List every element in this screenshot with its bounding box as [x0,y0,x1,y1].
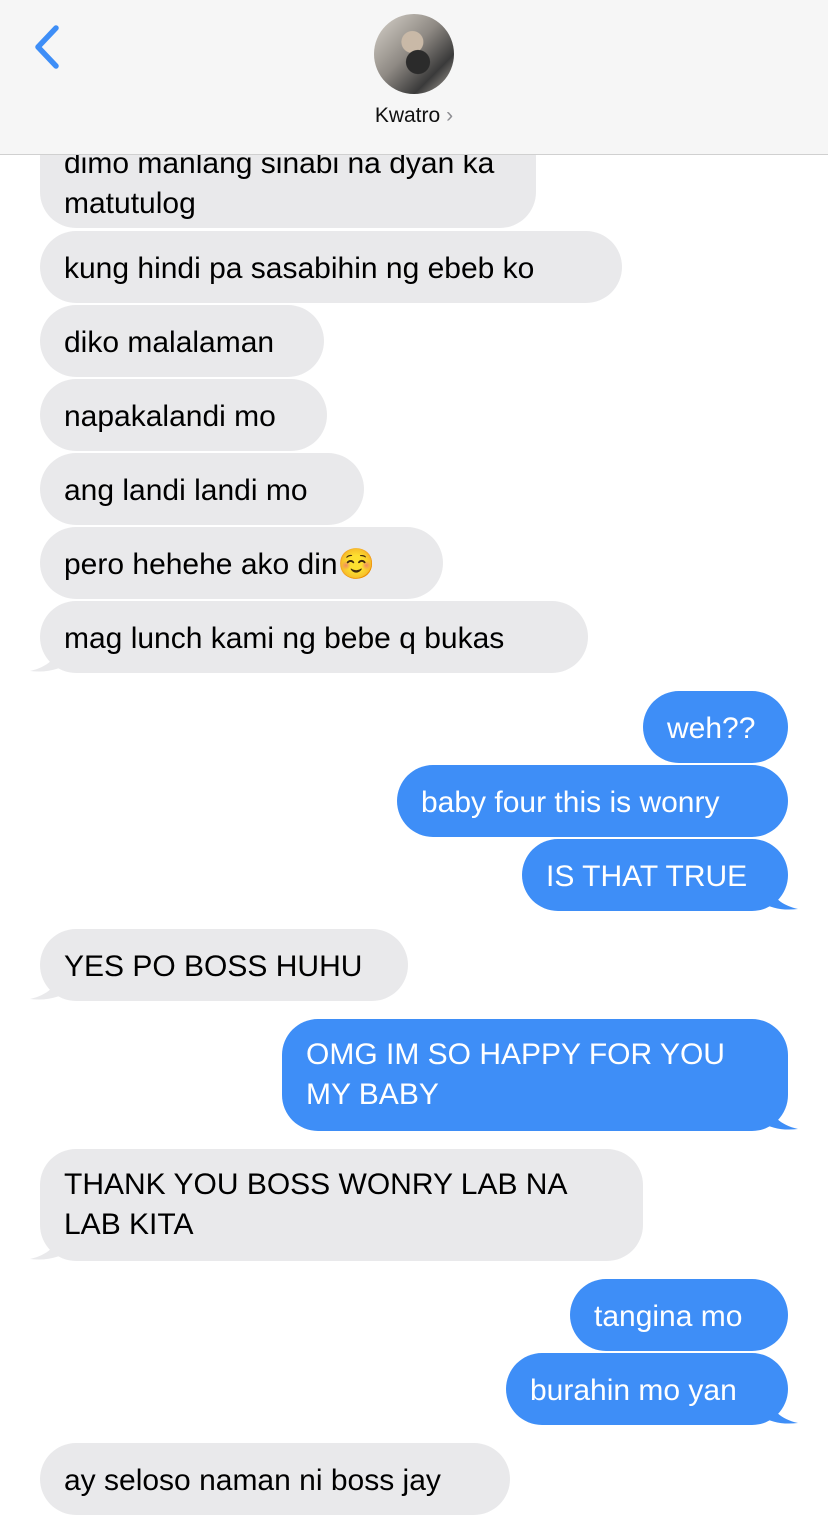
bubble-tail [758,1101,798,1130]
received-message[interactable]: napakalandi mo [40,379,327,451]
bubble-tail [758,1395,798,1424]
back-button[interactable] [30,24,70,74]
bubble-tail [30,643,70,672]
bubble-tail [758,881,798,910]
received-message[interactable]: diko malalaman [40,305,324,377]
contact-name: Kwatro [374,104,441,127]
sent-message[interactable]: OMG IM SO HAPPY FOR YOU MY BABY [282,1019,788,1131]
received-message[interactable]: kung hindi pa sasabihin ng ebeb ko [40,231,622,303]
sent-message[interactable]: baby four this is wonry [397,765,788,837]
received-message[interactable]: ang landi landi mo [40,453,364,525]
bubble-tail [30,1231,70,1260]
sent-message[interactable]: IS THAT TRUE [522,839,788,911]
conversation-header: Kwatro › [0,0,828,155]
back-arrow-icon [35,25,59,69]
received-message[interactable]: YES PO BOSS HUHU [40,929,408,1001]
sent-message[interactable]: tangina mo [570,1279,788,1351]
sent-message[interactable]: weh?? [643,691,788,763]
avatar[interactable] [374,14,454,94]
bubble-tail [30,971,70,1000]
sent-message[interactable]: burahin mo yan [506,1353,788,1425]
chevron-right-icon: › [446,104,454,127]
received-message[interactable]: mag lunch kami ng bebe q bukas [40,601,588,673]
received-message[interactable]: ay seloso naman ni boss jay [40,1443,510,1515]
received-message[interactable]: pero hehehe ako din☺️ [40,527,443,599]
received-message[interactable]: THANK YOU BOSS WONRY LAB NA LAB KITA [40,1149,643,1261]
contact-name-button[interactable]: Kwatro › [0,104,828,128]
